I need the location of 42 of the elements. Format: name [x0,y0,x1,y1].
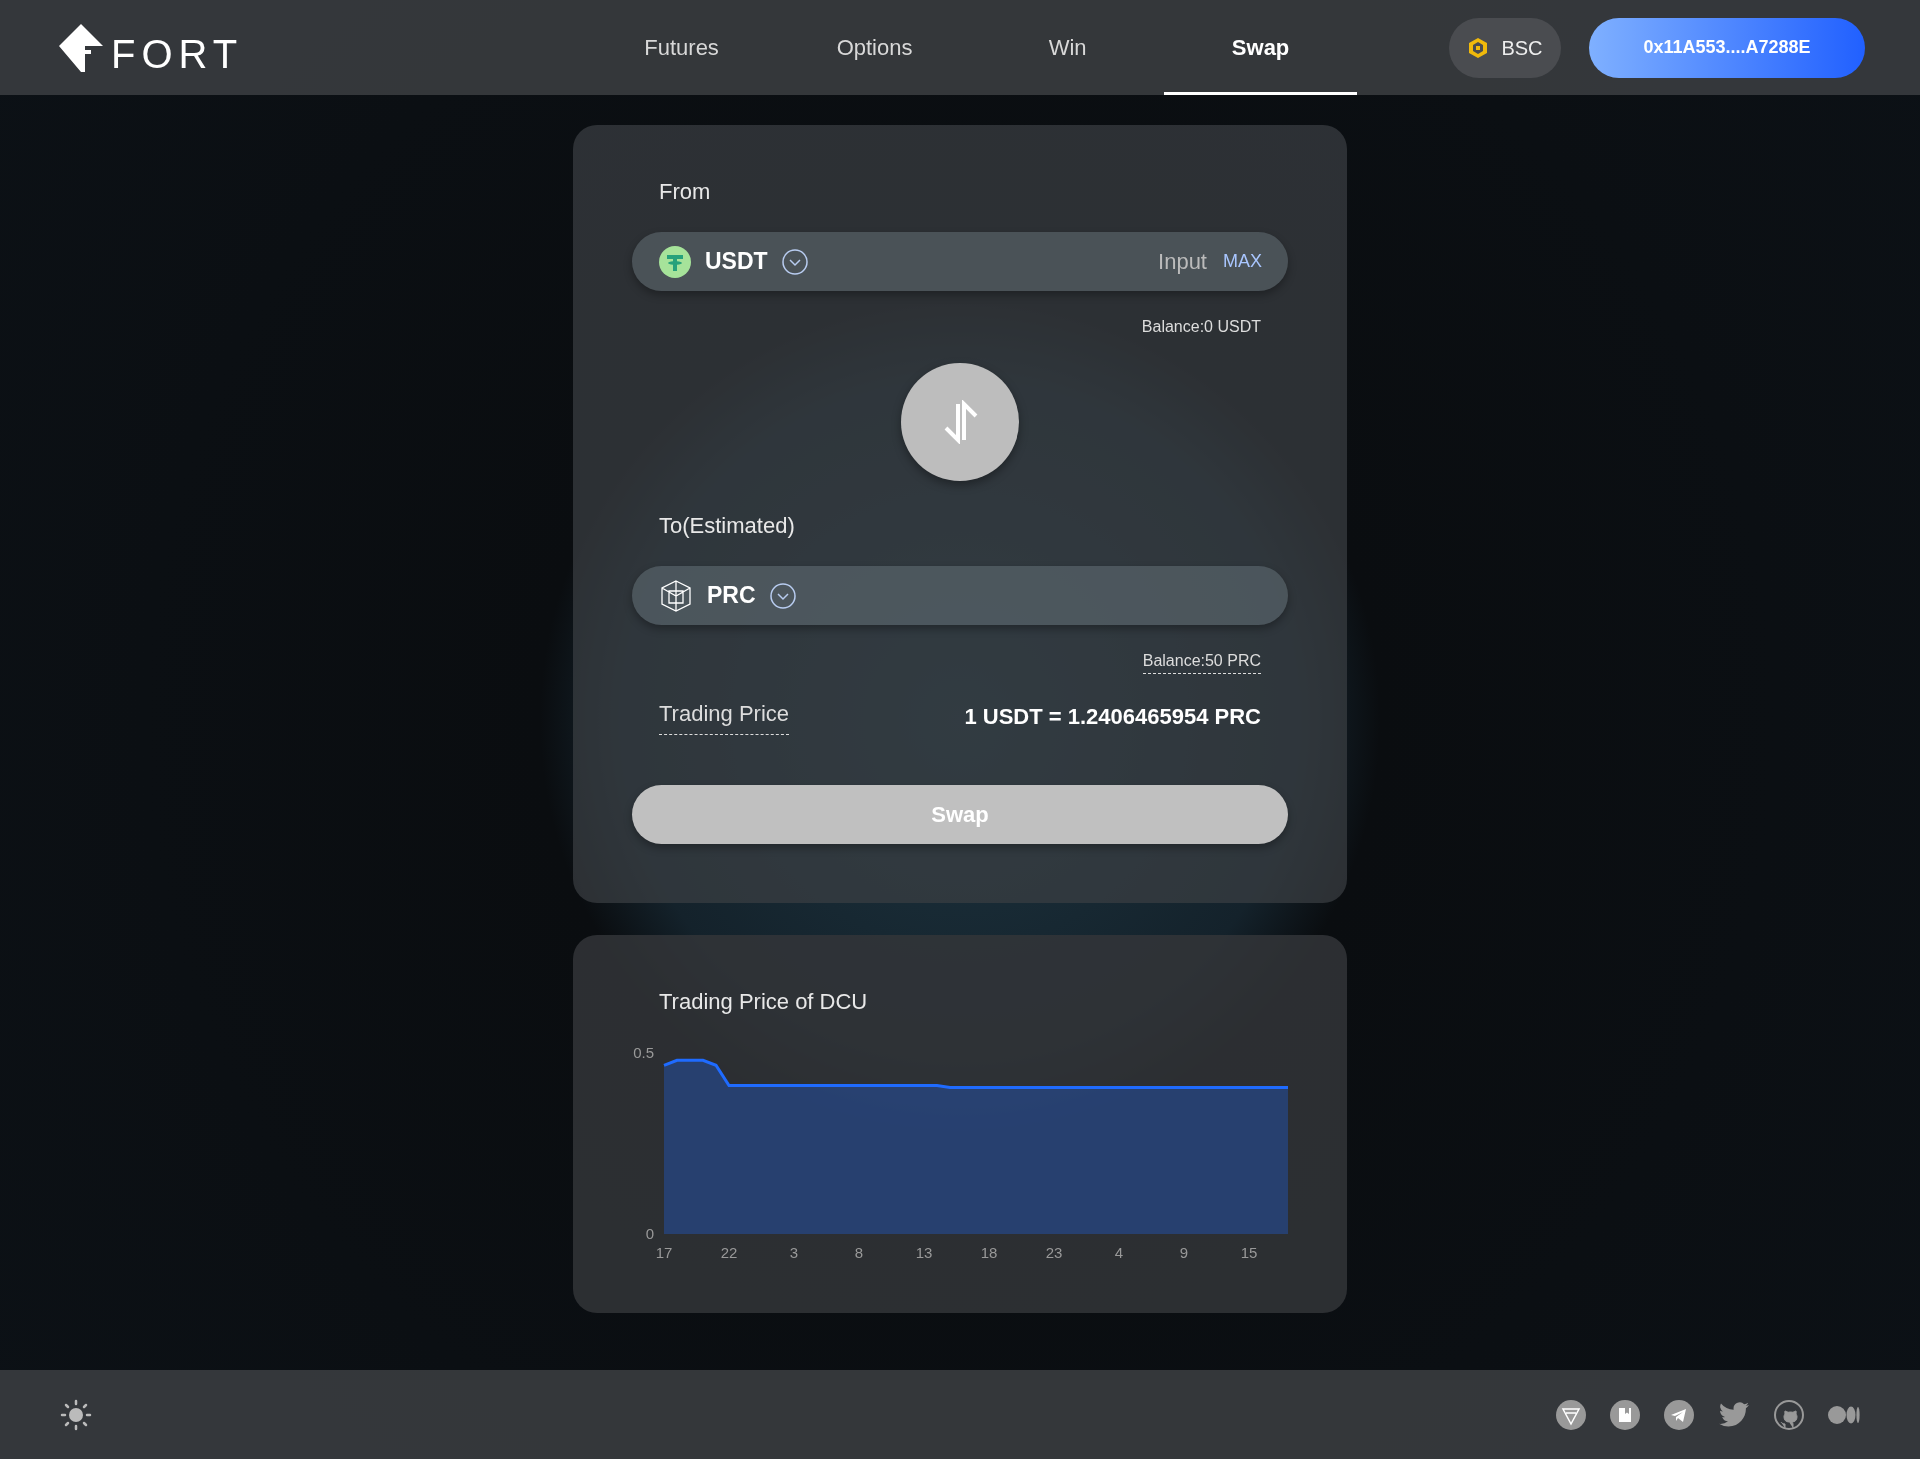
chevron-down-icon[interactable] [781,248,808,275]
to-token-field[interactable]: PRC [632,566,1288,625]
axis-label: 15 [1240,1244,1258,1261]
nav-tab[interactable]: Swap [1164,0,1358,95]
axis-label: 23 [1045,1244,1063,1261]
balance-text: Balance:50 PRC [1142,652,1261,674]
to-label: To(Estimated) [658,512,796,540]
nav-tab[interactable]: Win [971,0,1165,95]
book-icon[interactable] [1610,1399,1640,1430]
twitter-icon[interactable] [1718,1401,1750,1428]
axis-label: 9 [1179,1244,1189,1261]
sun-icon[interactable] [60,1398,92,1431]
chevron-down-icon[interactable] [769,582,796,609]
network-button[interactable]: BSC [1449,17,1561,78]
token-name: USDT [705,247,768,277]
token-name: PRC [707,581,756,611]
tether-icon [659,245,691,278]
amount-input[interactable]: Input [1089,244,1209,279]
cube-icon [659,578,693,613]
nav-tab[interactable]: Futures [585,0,779,95]
axis-label: 0 [645,1225,654,1242]
logo-text: FORT [111,33,244,74]
from-label: From [658,178,712,206]
axis-label: 22 [720,1244,738,1261]
medium-icon[interactable] [1828,1404,1860,1425]
nav-tab[interactable]: Options [778,0,972,95]
github-icon[interactable] [1774,1399,1804,1430]
cube-icon [1467,36,1490,59]
axis-label: 3 [789,1244,799,1261]
axis-label: 17 [655,1244,673,1261]
axis-label: 18 [980,1244,998,1261]
from-token-field[interactable]: USDT Input MAX [632,232,1288,291]
trading-price-value: 1 USDT = 1.2406465954 PRC [964,702,1261,731]
axis-label: 0.5 [633,1044,654,1061]
balance-text: Balance:0 USDT [1140,317,1262,337]
axis-label: 8 [854,1244,864,1261]
axis-label: 13 [915,1244,933,1261]
telegram-icon[interactable] [1664,1399,1694,1430]
max-button[interactable]: MAX [1223,248,1262,275]
trading-price-label: Trading Price [659,697,789,735]
axis-label: 4 [1114,1244,1124,1261]
chart-title: Trading Price of DCU [658,988,869,1016]
